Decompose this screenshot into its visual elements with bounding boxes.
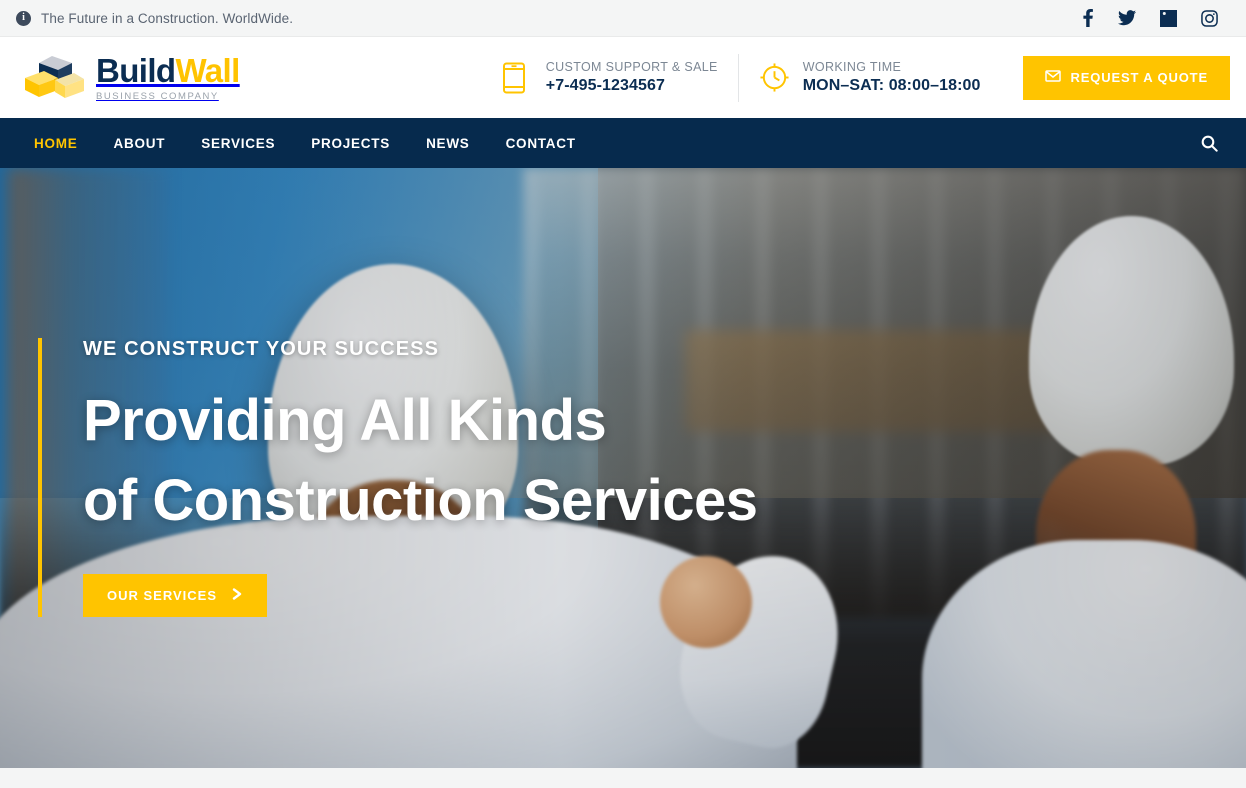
mobile-phone-icon xyxy=(502,62,532,94)
logo-name-accent: Wall xyxy=(175,51,240,89)
nav-item-projects[interactable]: PROJECTS xyxy=(311,136,390,151)
request-quote-button[interactable]: REQUEST A QUOTE xyxy=(1022,55,1230,100)
nav-item-home[interactable]: HOME xyxy=(34,136,78,151)
page-bottom-strip xyxy=(0,768,1246,788)
hero-title: Providing All Kinds of Construction Serv… xyxy=(83,381,758,541)
hero-eyebrow: WE CONSTRUCT YOUR SUCCESS xyxy=(83,338,440,360)
header-hours-label: WORKING TIME xyxy=(802,60,902,74)
envelope-icon xyxy=(1044,70,1061,85)
top-bar: i The Future in a Construction. WorldWid… xyxy=(0,0,1246,37)
info-circle-icon: i xyxy=(16,10,31,26)
instagram-icon[interactable] xyxy=(1201,9,1218,27)
logo-tagline: BUSINESS COMPANY xyxy=(96,90,219,102)
our-services-button[interactable]: OUR SERVICES xyxy=(83,574,268,618)
header-hours-value: MON–SAT: 08:00–18:00 xyxy=(802,77,981,94)
clock-icon xyxy=(759,62,789,94)
request-quote-label: REQUEST A QUOTE xyxy=(1070,70,1208,85)
site-logo[interactable]: BuildWall BUSINESS COMPANY xyxy=(22,54,240,102)
linkedin-icon[interactable] xyxy=(1160,9,1177,27)
hero-section: WE CONSTRUCT YOUR SUCCESS Providing All … xyxy=(0,168,1246,768)
social-links xyxy=(1081,9,1232,27)
chevron-right-icon xyxy=(232,588,243,603)
top-bar-tagline: The Future in a Construction. WorldWide. xyxy=(41,10,294,26)
header-phone-value[interactable]: +7-495-1234567 xyxy=(546,77,718,95)
logo-cube-icon xyxy=(22,54,84,102)
hero-text-block: WE CONSTRUCT YOUR SUCCESS Providing All … xyxy=(42,338,758,618)
header-hours-lines: WORKING TIME MON–SAT: 08:00–18:00 xyxy=(803,60,981,95)
hero-content: WE CONSTRUCT YOUR SUCCESS Providing All … xyxy=(38,338,758,618)
header-phone-lines: CUSTOM SUPPORT & SALE +7-495-1234567 xyxy=(546,60,718,95)
header-phone-label: CUSTOM SUPPORT & SALE xyxy=(545,60,718,74)
page-root: i The Future in a Construction. WorldWid… xyxy=(0,0,1246,788)
nav-items: HOME ABOUT SERVICES PROJECTS NEWS CONTAC… xyxy=(34,136,576,151)
twitter-icon[interactable] xyxy=(1118,10,1136,26)
main-navigation: HOME ABOUT SERVICES PROJECTS NEWS CONTAC… xyxy=(0,118,1246,168)
header-hours-block: WORKING TIME MON–SAT: 08:00–18:00 xyxy=(739,60,1001,95)
top-bar-left: i The Future in a Construction. WorldWid… xyxy=(16,10,294,26)
logo-name-primary: Build xyxy=(96,51,176,89)
hero-title-line-2: of Construction Services xyxy=(83,468,758,534)
nav-item-contact[interactable]: CONTACT xyxy=(506,136,576,151)
nav-item-services[interactable]: SERVICES xyxy=(201,136,275,151)
hero-title-line-1: Providing All Kinds xyxy=(83,388,607,453)
logo-wordmark: BuildWall BUSINESS COMPANY xyxy=(96,54,240,102)
search-icon[interactable] xyxy=(1191,129,1228,158)
nav-item-about[interactable]: ABOUT xyxy=(114,136,166,151)
nav-item-news[interactable]: NEWS xyxy=(426,136,470,151)
header-info-group: CUSTOM SUPPORT & SALE +7-495-1234567 WOR… xyxy=(482,53,1001,102)
our-services-label: OUR SERVICES xyxy=(107,588,218,604)
site-header: BuildWall BUSINESS COMPANY CUSTOM SUPPOR… xyxy=(0,37,1246,118)
header-phone-block: CUSTOM SUPPORT & SALE +7-495-1234567 xyxy=(482,60,738,95)
facebook-icon[interactable] xyxy=(1081,9,1094,27)
logo-name: BuildWall xyxy=(96,54,240,87)
